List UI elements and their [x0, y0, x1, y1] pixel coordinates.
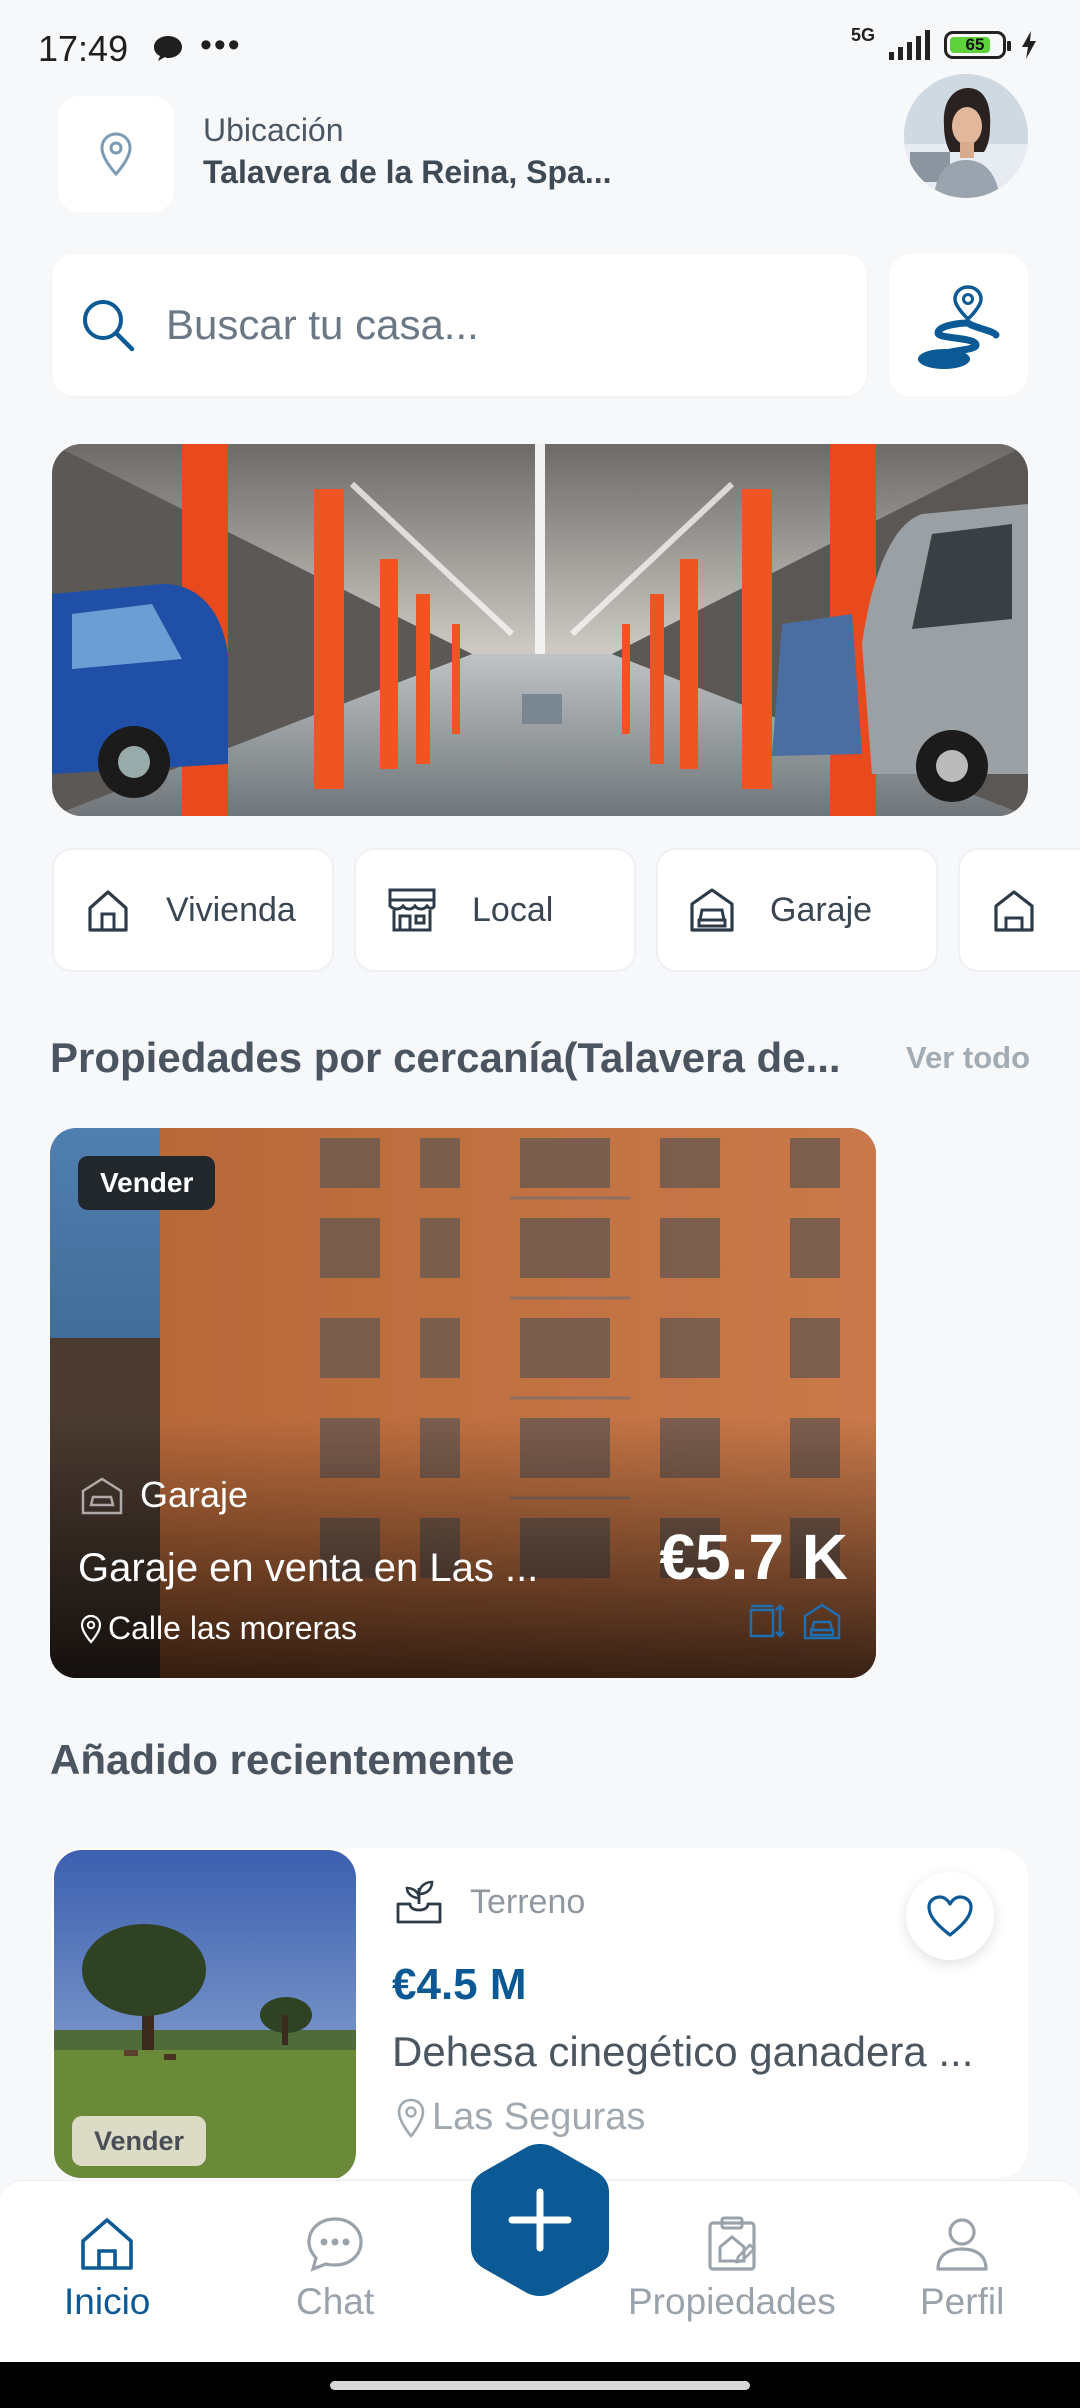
property-address: Calle las moreras	[80, 1610, 357, 1647]
property-name: Garaje en venta en Las ...	[78, 1546, 539, 1590]
location-label: Ubicación	[203, 112, 344, 148]
add-property-button[interactable]	[467, 2140, 613, 2300]
search-bar[interactable]	[52, 254, 867, 396]
nav-chat[interactable]: Chat	[296, 2215, 374, 2323]
category-label: Garaje	[770, 890, 873, 929]
property-thumbnail: Vender	[54, 1850, 356, 2178]
category-label: Local	[472, 890, 554, 929]
parking-garage-image	[52, 444, 1028, 816]
featured-property-card[interactable]: Vender Garaje Garaje en venta en Las ...…	[50, 1128, 876, 1678]
land-plant-icon	[396, 1880, 442, 1924]
status-indicators: 5G 65	[851, 25, 1038, 60]
promo-banner[interactable]	[52, 444, 1028, 816]
property-price: €4.5 M	[392, 1960, 527, 2009]
garage-icon	[803, 1603, 841, 1640]
listing-badge: Vender	[72, 2116, 207, 2166]
location-pin-icon	[397, 2098, 425, 2138]
location-pin-icon	[100, 132, 132, 177]
signal-icon	[889, 30, 930, 60]
nearby-section-title: Propiedades por cercanía(Talavera de...	[50, 1034, 841, 1081]
see-all-link[interactable]: Ver todo	[906, 1040, 1030, 1076]
house-icon	[88, 890, 128, 932]
nav-label: Chat	[296, 2281, 375, 2322]
category-garaje[interactable]: Garaje	[656, 848, 938, 972]
property-features	[748, 1602, 842, 1640]
search-input[interactable]	[166, 301, 806, 349]
status-bar: 17:49 ••• 5G 65	[0, 0, 1080, 96]
garage-icon	[81, 1477, 123, 1515]
system-gesture-bar	[0, 2362, 1080, 2408]
location-button[interactable]	[58, 96, 174, 212]
property-address-text: Las Seguras	[432, 2096, 646, 2138]
property-address: Las Seguras	[396, 2096, 645, 2139]
battery-level: 65	[965, 35, 985, 54]
nav-home[interactable]: Inicio	[64, 2215, 150, 2323]
nav-properties[interactable]: Propiedades	[628, 2215, 836, 2323]
category-vivienda[interactable]: Vivienda	[52, 848, 334, 972]
avatar-image	[904, 74, 1028, 198]
recent-section-title: Añadido recientemente	[50, 1736, 515, 1783]
category-more[interactable]	[958, 848, 1080, 972]
nav-profile[interactable]: Perfil	[920, 2215, 1004, 2323]
area-icon	[749, 1604, 785, 1638]
garage-car-icon	[690, 888, 734, 932]
message-notification-icon	[154, 36, 182, 61]
property-type-label: Garaje	[140, 1474, 249, 1515]
route-map-icon	[917, 285, 999, 369]
property-type: Terreno	[394, 1878, 585, 1926]
nav-label: Inicio	[64, 2281, 151, 2322]
add-icon	[471, 2144, 609, 2296]
home-icon	[81, 2218, 133, 2270]
nav-label: Perfil	[920, 2281, 1005, 2322]
home-indicator[interactable]	[330, 2381, 750, 2390]
location-value[interactable]: Talavera de la Reina, Spa...	[203, 154, 623, 191]
charging-icon	[1022, 31, 1036, 59]
chat-icon	[307, 2217, 363, 2272]
status-time: 17:49	[38, 28, 129, 69]
search-icon	[83, 300, 135, 352]
network-type: 5G	[850, 24, 875, 45]
category-local[interactable]: Local	[354, 848, 636, 972]
property-type-label: Terreno	[470, 1882, 586, 1921]
favorite-button[interactable]	[906, 1872, 994, 1960]
battery-icon: 65	[944, 31, 1011, 59]
property-price: €5.7 K	[659, 1521, 848, 1593]
category-list: Vivienda Local Garaje	[52, 848, 1080, 974]
recent-property-card[interactable]: Vender Terreno €4.5 M Dehesa cinegético …	[52, 1848, 1028, 2178]
property-address-text: Calle las moreras	[108, 1610, 357, 1646]
route-map-button[interactable]	[889, 254, 1028, 396]
more-notifications-icon: •••	[200, 26, 242, 64]
property-name: Dehesa cinegético ganadera ...	[392, 2028, 974, 2075]
clipboard-house-icon	[708, 2216, 756, 2271]
property-type: Garaje	[80, 1474, 248, 1516]
category-label: Vivienda	[166, 890, 296, 929]
house-icon	[994, 890, 1034, 932]
listing-badge: Vender	[78, 1156, 216, 1210]
location-pin-icon	[80, 1614, 102, 1644]
nav-label: Propiedades	[628, 2281, 836, 2322]
user-icon	[936, 2218, 988, 2271]
heart-icon	[927, 1895, 973, 1937]
storefront-icon	[388, 888, 436, 932]
user-avatar[interactable]	[904, 74, 1028, 198]
